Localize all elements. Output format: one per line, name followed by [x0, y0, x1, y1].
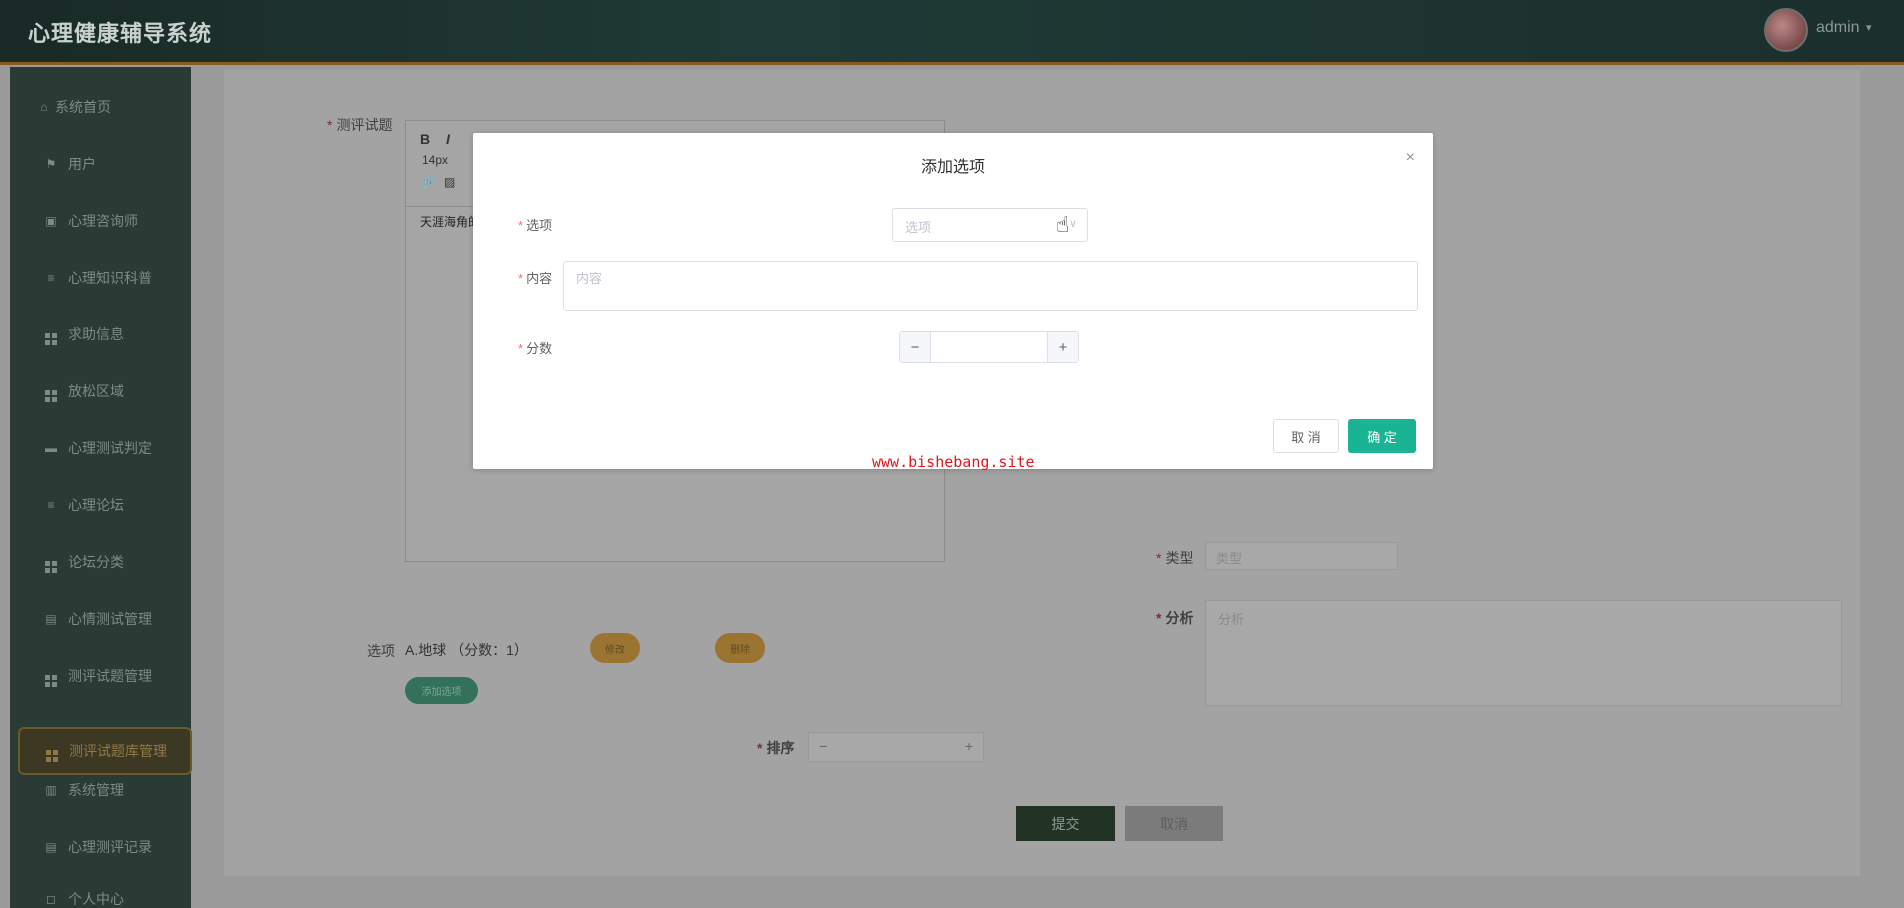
- sidebar-item-label: 系统首页: [55, 99, 111, 115]
- sidebar-item-label: 心理测试判定: [68, 440, 152, 456]
- sidebar-item-label: 心情测试管理: [68, 611, 152, 627]
- sidebar-item[interactable]: ◻ 个人中心: [10, 879, 191, 908]
- grid-icon: [45, 744, 59, 762]
- sidebar-item[interactable]: ▬ 心理测试判定: [10, 428, 191, 468]
- picture-icon: ▣: [45, 214, 57, 228]
- submit-button[interactable]: 提交: [1016, 806, 1115, 841]
- add-option-dialog: 添加选项 × * 选项 选项 ∨ * 内容 内容 * 分数 − + 取 消 确 定: [473, 133, 1433, 469]
- sort-stepper[interactable]: − +: [808, 732, 984, 762]
- sidebar-item-label: 求助信息: [68, 326, 124, 342]
- sidebar-item-label: 心理咨询师: [68, 213, 138, 229]
- sidebar-item[interactable]: ▥ 系统管理: [10, 770, 191, 810]
- sidebar-item-label: 测评试题管理: [68, 668, 152, 684]
- option-select-placeholder: 选项: [905, 220, 932, 235]
- book-icon: ▥: [45, 783, 57, 797]
- sidebar-item[interactable]: 求助信息: [10, 314, 191, 354]
- pointer-cursor-icon: ☝: [1056, 212, 1070, 237]
- score-plus-button[interactable]: +: [1047, 332, 1078, 362]
- delete-option-button[interactable]: 删除: [715, 633, 765, 663]
- grid-icon: [44, 327, 58, 345]
- clipboard-icon: ▤: [45, 840, 57, 854]
- clipboard-icon: ▤: [45, 612, 57, 626]
- sidebar-item[interactable]: 测评试题管理: [10, 656, 191, 696]
- chevron-down-icon[interactable]: ▾: [1866, 21, 1872, 34]
- top-header: 心理健康辅导系统 admin ▾: [0, 0, 1904, 65]
- sidebar-item[interactable]: ▣ 心理咨询师: [10, 201, 191, 241]
- sidebar-item-label: 心理测评记录: [68, 839, 152, 855]
- dialog-cancel-button[interactable]: 取 消: [1273, 419, 1339, 453]
- sidebar-item[interactable]: 放松区域: [10, 371, 191, 411]
- home-icon: ⌂: [40, 100, 48, 114]
- sidebar-item-label: 心理论坛: [68, 497, 124, 513]
- sidebar-item-label: 放松区域: [68, 383, 124, 399]
- question-label: * 测评试题: [327, 117, 393, 133]
- grid-icon: [44, 384, 58, 402]
- flag-icon: ⚑: [45, 157, 57, 171]
- type-select[interactable]: 类型: [1205, 542, 1398, 570]
- score-stepper[interactable]: − +: [899, 331, 1079, 363]
- sidebar-item-label: 用户: [68, 156, 96, 172]
- sidebar-item[interactable]: ⌂ 系统首页: [10, 87, 191, 127]
- form-cancel-button[interactable]: 取消: [1125, 806, 1223, 841]
- score-field-label: * 分数: [518, 341, 553, 356]
- bold-button[interactable]: B: [420, 131, 430, 147]
- sidebar-item[interactable]: ≡ 心理知识科普: [10, 258, 191, 298]
- sidebar-item-label: 心理知识科普: [68, 270, 152, 286]
- app-title: 心理健康辅导系统: [28, 21, 213, 46]
- menu-icon: ≡: [47, 498, 55, 512]
- analysis-textarea[interactable]: 分析: [1205, 600, 1842, 706]
- dialog-title: 添加选项: [920, 159, 985, 176]
- menu-icon: ≡: [47, 271, 55, 285]
- sidebar-item-label: 个人中心: [68, 891, 124, 907]
- user-name[interactable]: admin: [1816, 19, 1860, 37]
- option-row-text: A.地球 （分数：1）: [405, 642, 528, 658]
- analysis-label: * 分析: [1156, 610, 1194, 626]
- sidebar-item[interactable]: 论坛分类: [10, 542, 191, 582]
- sort-label: * 排序: [757, 740, 795, 756]
- content-textarea[interactable]: 内容: [563, 261, 1418, 311]
- editor-text[interactable]: 天涯海角的: [420, 213, 480, 230]
- monitor-icon: ▬: [45, 441, 57, 455]
- font-size-select[interactable]: 14px: [422, 153, 448, 167]
- sidebar: ⌂ 系统首页 ⚑ 用户 ▣ 心理咨询师 ≡ 心理知识科普 求助信息放松区域 ▬ 心理测试判定 ≡ 心理论…: [10, 67, 192, 908]
- sidebar-item-label: 系统管理: [68, 782, 124, 798]
- sidebar-item[interactable]: 测评试题库管理: [18, 727, 192, 775]
- dialog-confirm-button[interactable]: 确 定: [1348, 419, 1416, 453]
- user-icon: ◻: [46, 892, 56, 906]
- sort-plus-button[interactable]: +: [965, 738, 973, 754]
- sort-minus-button[interactable]: −: [819, 738, 827, 754]
- watermark: www.bishebang.site: [872, 453, 1035, 471]
- score-minus-button[interactable]: −: [900, 332, 931, 362]
- close-icon[interactable]: ×: [1406, 149, 1415, 167]
- sidebar-item[interactable]: ▤ 心理测评记录: [10, 827, 191, 867]
- grid-icon: [44, 669, 58, 687]
- chevron-down-icon: ∨: [1068, 218, 1077, 230]
- options-label: 选项: [367, 643, 395, 659]
- sidebar-item[interactable]: ▤ 心情测试管理: [10, 599, 191, 639]
- sidebar-item-label: 测评试题库管理: [69, 743, 167, 759]
- link-icon[interactable]: 🔗: [420, 175, 435, 189]
- add-option-button[interactable]: 添加选项: [405, 677, 478, 704]
- edit-option-button[interactable]: 修改: [590, 633, 640, 663]
- content-field-label: * 内容: [518, 271, 553, 286]
- italic-button[interactable]: I: [446, 131, 450, 147]
- avatar[interactable]: [1764, 8, 1808, 52]
- sidebar-item[interactable]: ≡ 心理论坛: [10, 485, 191, 525]
- image-icon[interactable]: ▨: [444, 175, 455, 189]
- sidebar-item-label: 论坛分类: [68, 554, 124, 570]
- option-field-label: * 选项: [518, 218, 553, 233]
- sidebar-item[interactable]: ⚑ 用户: [10, 144, 191, 184]
- type-label: * 类型: [1156, 550, 1194, 566]
- grid-icon: [44, 555, 58, 573]
